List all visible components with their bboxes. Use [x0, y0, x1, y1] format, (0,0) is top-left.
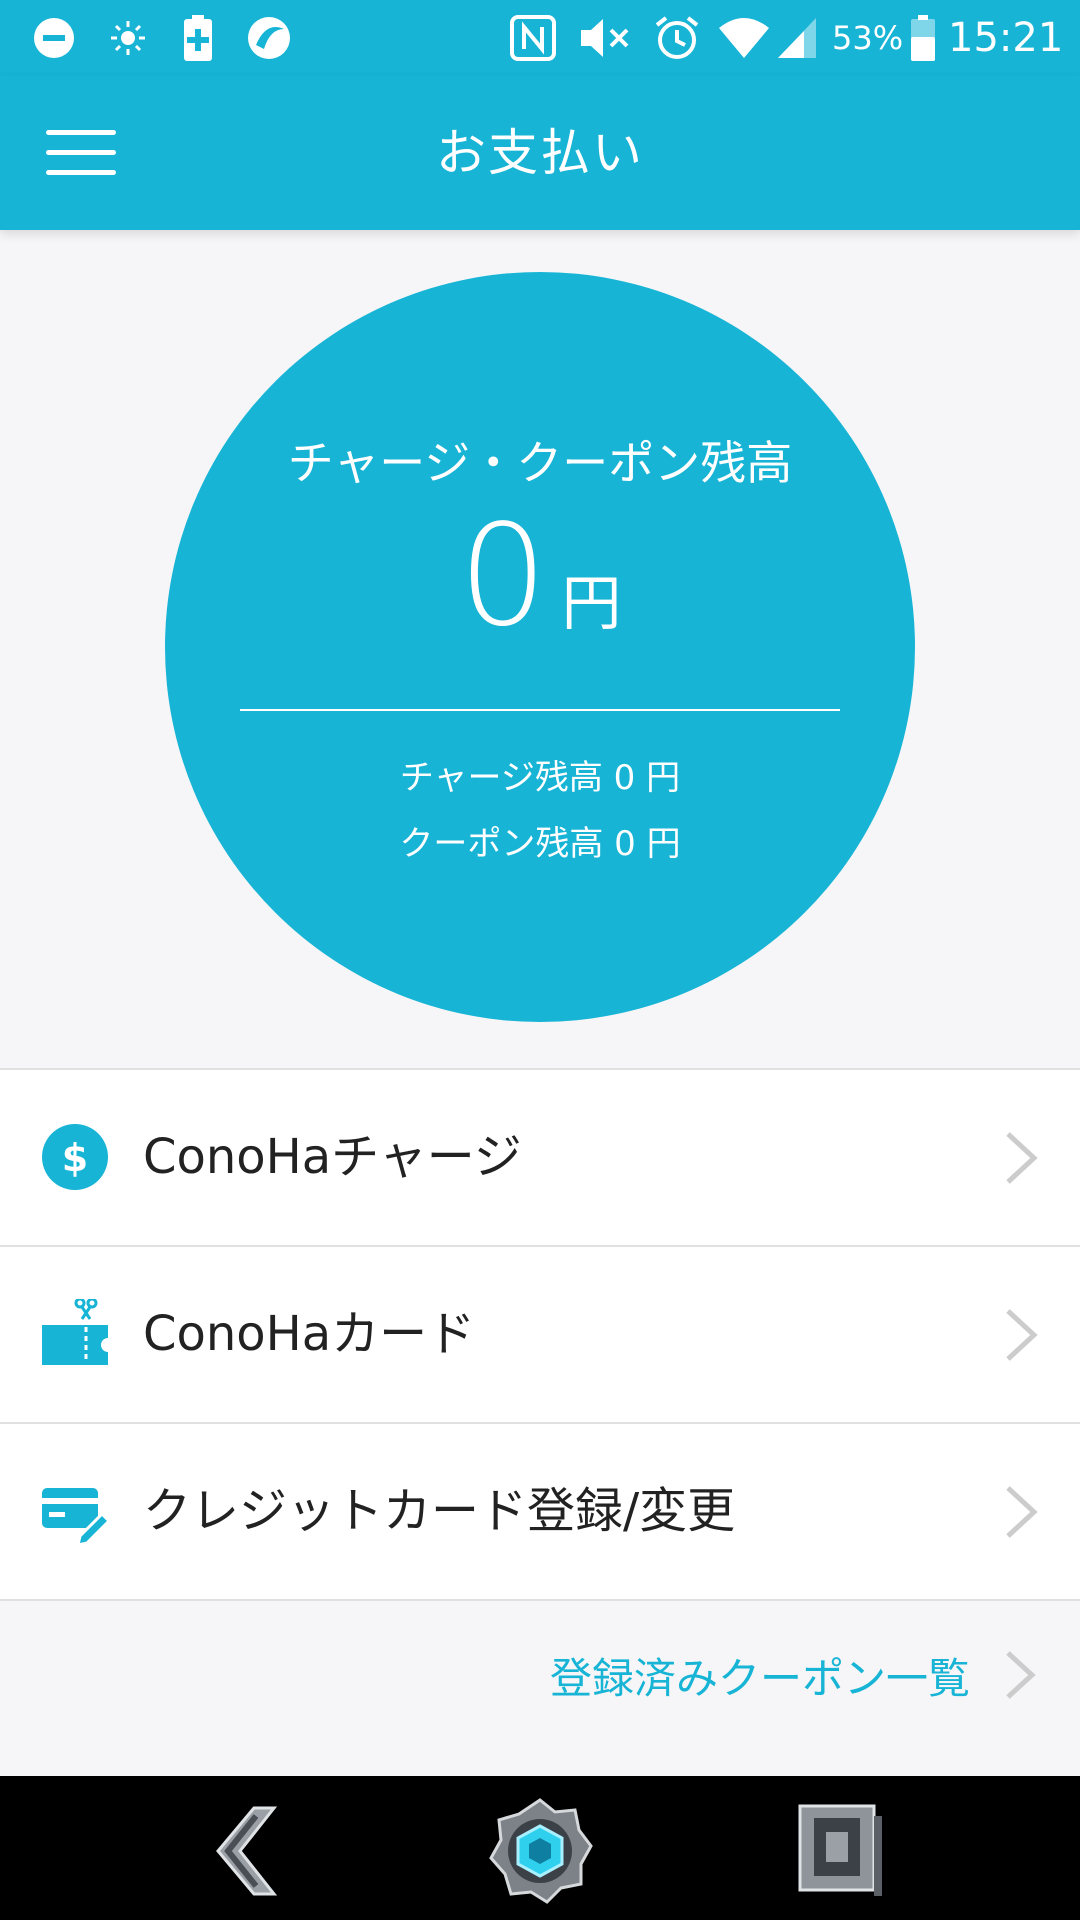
cellular-signal-icon	[774, 14, 820, 62]
balance-summary: チャージ・クーポン残高 0円 チャージ残高 0 円 クーポン残高 0 円	[165, 272, 915, 1022]
menu-item-credit-card[interactable]: クレジットカード登録/変更	[0, 1424, 1080, 1601]
app-notification-icon	[244, 14, 294, 62]
registered-coupons-link-label: 登録済みクーポン一覧	[549, 1653, 970, 1703]
menu-item-label: ConoHaカード	[143, 1306, 476, 1362]
do-not-disturb-icon	[30, 14, 78, 62]
coupon-balance-line: クーポン残高 0 円	[399, 824, 681, 864]
chevron-right-icon	[1000, 1130, 1040, 1186]
battery-percent: 53%	[832, 19, 904, 57]
chevron-right-icon	[1000, 1484, 1040, 1540]
ticket-scissors-icon	[40, 1297, 115, 1369]
alarm-icon	[652, 14, 702, 62]
status-bar: 53% 15:21	[0, 0, 1080, 76]
chevron-right-icon	[1000, 1647, 1040, 1703]
mute-icon	[578, 14, 634, 62]
page-title: お支払い	[436, 124, 644, 182]
balance-title: チャージ・クーポン残高	[287, 436, 793, 490]
svg-text:$: $	[62, 1136, 88, 1180]
home-icon[interactable]	[485, 1796, 595, 1906]
balance-currency: 円	[561, 569, 622, 639]
recent-apps-icon[interactable]	[790, 1796, 900, 1906]
charge-balance-line: チャージ残高 0 円	[399, 758, 681, 798]
battery-icon	[908, 14, 938, 62]
app-bar: お支払い	[0, 76, 1080, 230]
menu-item-conoha-card[interactable]: ConoHaカード	[0, 1247, 1080, 1424]
back-icon[interactable]	[190, 1796, 300, 1906]
battery-saver-icon	[178, 14, 218, 62]
registered-coupons-link[interactable]: 登録済みクーポン一覧	[550, 1640, 1040, 1710]
balance-amount: 0円	[165, 492, 915, 662]
balance-amount-value: 0	[458, 495, 548, 658]
menu-item-conoha-charge[interactable]: $ ConoHaチャージ	[0, 1070, 1080, 1247]
chevron-right-icon	[1000, 1307, 1040, 1363]
clock: 15:21	[948, 15, 1064, 61]
menu-item-label: クレジットカード登録/変更	[143, 1483, 736, 1539]
menu-item-label: ConoHaチャージ	[143, 1129, 522, 1185]
wifi-icon	[716, 14, 772, 62]
brightness-icon	[104, 14, 152, 62]
nfc-icon	[508, 14, 558, 62]
balance-divider	[240, 709, 840, 711]
payment-menu-list: $ ConoHaチャージ ConoHaカード クレジットカード登録/変更	[0, 1068, 1080, 1601]
navigation-bar	[0, 1776, 1080, 1920]
dollar-coin-icon: $	[40, 1122, 110, 1192]
credit-card-edit-icon	[40, 1476, 112, 1547]
